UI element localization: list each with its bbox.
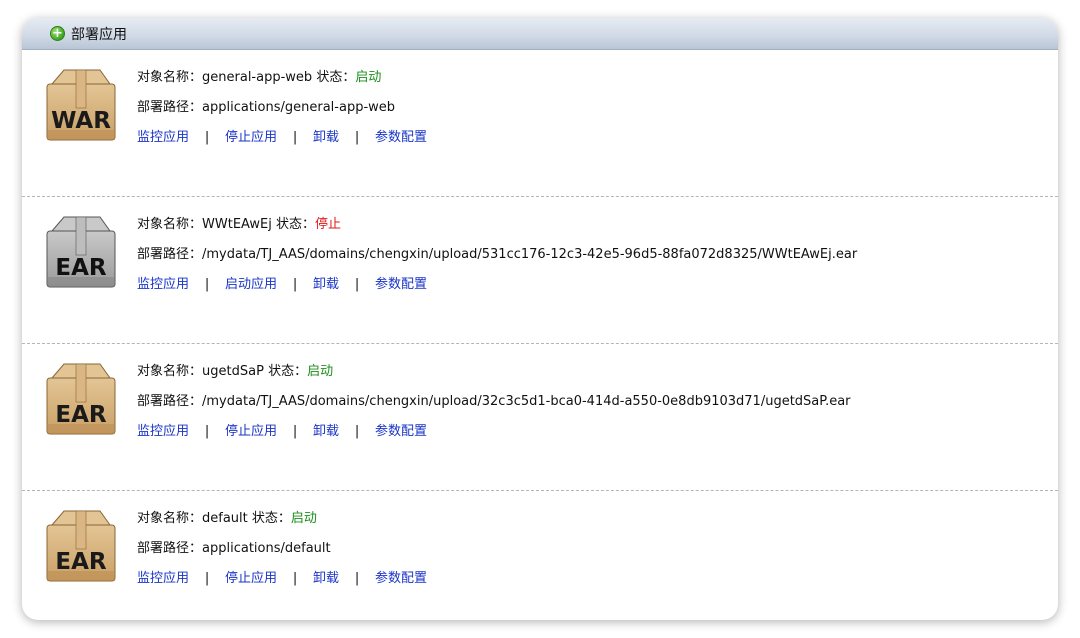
status-value: 启动 xyxy=(355,70,382,85)
app-info: 对象名称：ugetdSaP 状态：启动 部署路径：/mydata/TJ_AAS/… xyxy=(137,363,851,453)
uninstall-link[interactable]: 卸载 xyxy=(313,277,339,292)
app-path: applications/default xyxy=(202,541,331,556)
name-label: 对象名称： xyxy=(137,511,203,526)
app-info: 对象名称：general-app-web 状态：启动 部署路径：applicat… xyxy=(137,69,427,159)
package-box-icon: EAR xyxy=(44,213,118,289)
monitor-app-link[interactable]: 监控应用 xyxy=(137,571,189,586)
name-line: 对象名称：default 状态：启动 xyxy=(137,510,427,540)
status-label: 状态： xyxy=(268,364,308,379)
toggle-app-link[interactable]: 停止应用 xyxy=(225,130,277,145)
app-info: 对象名称：default 状态：启动 部署路径：applications/def… xyxy=(137,510,427,600)
toggle-app-link[interactable]: 启动应用 xyxy=(225,277,277,292)
status-value: 启动 xyxy=(290,511,317,526)
name-label: 对象名称： xyxy=(137,364,203,379)
separator: | xyxy=(354,571,360,586)
app-list: WAR 对象名称：general-app-web 状态：启动 部署路径：appl… xyxy=(22,50,1058,620)
package-type-label: EAR xyxy=(55,549,107,575)
app-name: ugetdSaP xyxy=(202,364,264,379)
monitor-app-link[interactable]: 监控应用 xyxy=(137,424,189,439)
separator: | xyxy=(204,424,210,439)
param-config-link[interactable]: 参数配置 xyxy=(375,571,427,586)
separator: | xyxy=(354,277,360,292)
app-name: default xyxy=(202,511,248,526)
param-config-link[interactable]: 参数配置 xyxy=(375,424,427,439)
app-name: WWtEAwEj xyxy=(202,217,272,232)
uninstall-link[interactable]: 卸载 xyxy=(313,130,339,145)
toggle-app-link[interactable]: 停止应用 xyxy=(225,424,277,439)
monitor-app-link[interactable]: 监控应用 xyxy=(137,130,189,145)
monitor-app-link[interactable]: 监控应用 xyxy=(137,277,189,292)
path-label: 部署路径： xyxy=(137,541,203,556)
app-path: /mydata/TJ_AAS/domains/chengxin/upload/3… xyxy=(202,394,851,409)
toggle-app-link[interactable]: 停止应用 xyxy=(225,571,277,586)
package-type-label: EAR xyxy=(55,402,107,428)
app-name: general-app-web xyxy=(202,70,313,85)
path-label: 部署路径： xyxy=(137,247,203,262)
status-label: 状态： xyxy=(276,217,316,232)
package-box-icon: EAR xyxy=(44,360,118,436)
action-links: 监控应用 | 停止应用 | 卸载 | 参数配置 xyxy=(137,129,427,159)
app-path: applications/general-app-web xyxy=(202,100,396,115)
path-line: 部署路径：applications/default xyxy=(137,540,427,570)
action-links: 监控应用 | 停止应用 | 卸载 | 参数配置 xyxy=(137,423,851,453)
separator: | xyxy=(292,130,298,145)
app-row: EAR 对象名称：WWtEAwEj 状态：停止 部署路径：/mydata/TJ_… xyxy=(22,197,1058,344)
path-label: 部署路径： xyxy=(137,394,203,409)
param-config-link[interactable]: 参数配置 xyxy=(375,277,427,292)
path-line: 部署路径：/mydata/TJ_AAS/domains/chengxin/upl… xyxy=(137,393,851,423)
deploy-panel: + 部署应用 WAR 对象名称：general-app-web 状态：启动 部署… xyxy=(22,18,1058,620)
separator: | xyxy=(292,571,298,586)
name-label: 对象名称： xyxy=(137,217,203,232)
uninstall-link[interactable]: 卸载 xyxy=(313,424,339,439)
name-line: 对象名称：ugetdSaP 状态：启动 xyxy=(137,363,851,393)
panel-header: + 部署应用 xyxy=(22,18,1058,50)
package-type-label: WAR xyxy=(51,108,111,134)
status-label: 状态： xyxy=(316,70,356,85)
separator: | xyxy=(204,571,210,586)
package-box-icon: EAR xyxy=(44,507,118,583)
separator: | xyxy=(292,424,298,439)
separator: | xyxy=(204,277,210,292)
action-links: 监控应用 | 启动应用 | 卸载 | 参数配置 xyxy=(137,276,857,306)
package-box-icon: WAR xyxy=(44,66,118,142)
name-label: 对象名称： xyxy=(137,70,203,85)
action-links: 监控应用 | 停止应用 | 卸载 | 参数配置 xyxy=(137,570,427,600)
separator: | xyxy=(292,277,298,292)
separator: | xyxy=(354,424,360,439)
name-line: 对象名称：general-app-web 状态：启动 xyxy=(137,69,427,99)
separator: | xyxy=(204,130,210,145)
app-path: /mydata/TJ_AAS/domains/chengxin/upload/5… xyxy=(202,247,858,262)
package-type-label: EAR xyxy=(55,255,107,281)
panel-title: 部署应用 xyxy=(71,26,127,43)
separator: | xyxy=(354,130,360,145)
plus-circle-icon[interactable]: + xyxy=(50,26,65,41)
app-row: WAR 对象名称：general-app-web 状态：启动 部署路径：appl… xyxy=(22,50,1058,197)
app-info: 对象名称：WWtEAwEj 状态：停止 部署路径：/mydata/TJ_AAS/… xyxy=(137,216,857,306)
uninstall-link[interactable]: 卸载 xyxy=(313,571,339,586)
status-value: 启动 xyxy=(307,364,334,379)
param-config-link[interactable]: 参数配置 xyxy=(375,130,427,145)
app-row: EAR 对象名称：default 状态：启动 部署路径：applications… xyxy=(22,491,1058,620)
name-line: 对象名称：WWtEAwEj 状态：停止 xyxy=(137,216,857,246)
status-value: 停止 xyxy=(315,217,342,232)
path-label: 部署路径： xyxy=(137,100,203,115)
path-line: 部署路径：/mydata/TJ_AAS/domains/chengxin/upl… xyxy=(137,246,857,276)
status-label: 状态： xyxy=(251,511,291,526)
path-line: 部署路径：applications/general-app-web xyxy=(137,99,427,129)
app-row: EAR 对象名称：ugetdSaP 状态：启动 部署路径：/mydata/TJ_… xyxy=(22,344,1058,491)
